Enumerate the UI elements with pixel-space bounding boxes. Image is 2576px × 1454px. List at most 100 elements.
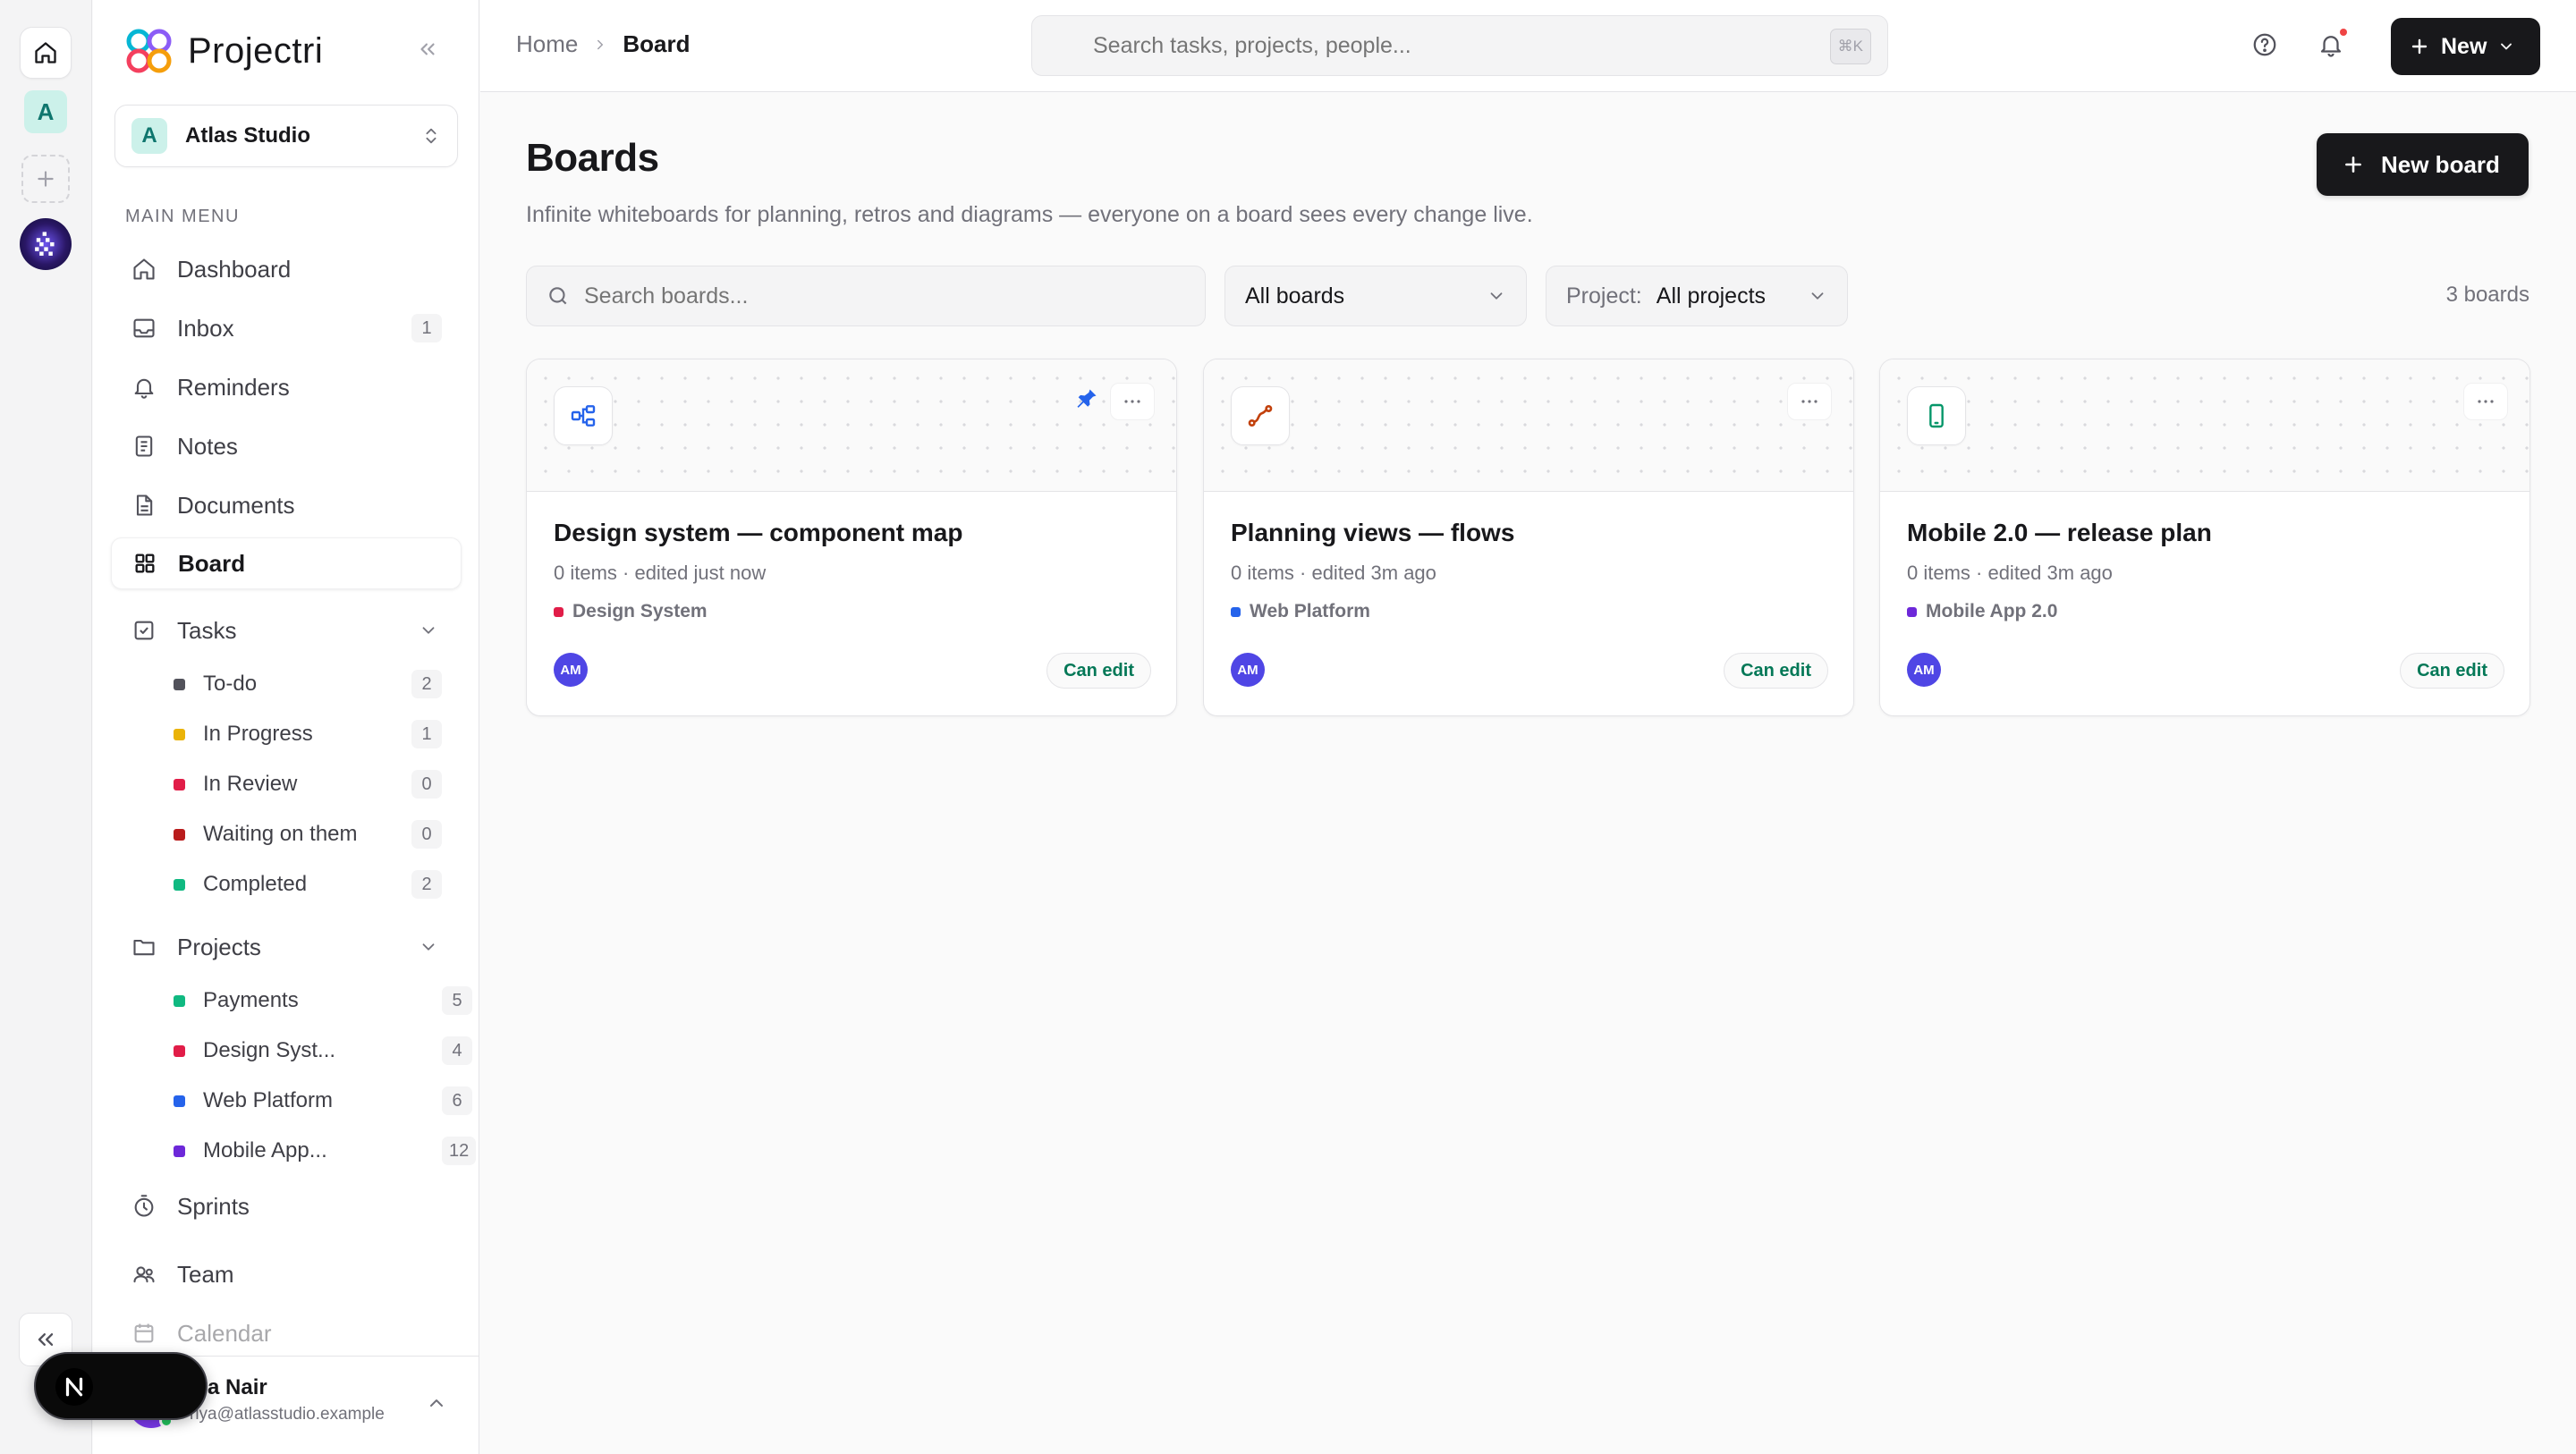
sidebar-item-dashboard[interactable]: Dashboard	[111, 243, 462, 295]
help-icon	[2253, 33, 2276, 56]
project-dot	[174, 1095, 185, 1107]
project-item-mobile-app[interactable]: Mobile App... 12	[174, 1129, 477, 1173]
project-filter-select[interactable]: Project: All projects	[1546, 266, 1848, 326]
sidebar-item-label: Projects	[177, 933, 261, 960]
chevron-down-icon	[1490, 292, 1503, 300]
boards-filter-value: All boards	[1245, 283, 1345, 309]
project-dot	[1231, 606, 1241, 617]
app-rail: A	[0, 0, 92, 1454]
board-meta: 0 items · edited just now	[554, 562, 767, 584]
grid-icon	[131, 550, 158, 577]
project-count: 6	[442, 1086, 472, 1115]
board-title[interactable]: Mobile 2.0 — release plan	[1907, 519, 2212, 547]
board-search-input[interactable]	[584, 266, 1192, 325]
task-status-label: To-do	[203, 672, 258, 696]
mobile-icon	[1907, 386, 1966, 445]
board-search[interactable]	[526, 266, 1206, 326]
project-count: 12	[442, 1137, 477, 1165]
board-project-tag: Mobile App 2.0	[1907, 601, 2057, 622]
project-item-payments[interactable]: Payments 5	[174, 978, 472, 1023]
project-label: Mobile App...	[203, 1138, 327, 1162]
new-button[interactable]: New	[2391, 18, 2540, 75]
project-dot	[554, 606, 564, 617]
board-more-button[interactable]	[1787, 383, 1832, 420]
breadcrumb-home[interactable]: Home	[516, 30, 578, 58]
plus-icon	[2411, 38, 2428, 55]
status-dot	[174, 828, 185, 841]
task-status-count: 0	[411, 770, 442, 799]
dev-tools-pill[interactable]	[34, 1352, 208, 1420]
task-status-waiting[interactable]: Waiting on them 0	[174, 812, 462, 857]
notifications-button[interactable]	[2313, 27, 2349, 63]
project-dot	[1907, 606, 1917, 617]
status-dot	[174, 778, 185, 790]
project-dot	[174, 1145, 185, 1157]
board-title[interactable]: Design system — component map	[554, 519, 962, 547]
sidebar-item-notes[interactable]: Notes	[111, 420, 462, 472]
sidebar-item-board[interactable]: Board	[111, 537, 462, 589]
projectri-logo-icon	[126, 29, 172, 73]
boards-filter-select[interactable]: All boards	[1224, 266, 1527, 326]
note-icon	[131, 433, 157, 460]
rail-add-workspace-button[interactable]	[21, 155, 70, 203]
new-board-button[interactable]: New board	[2317, 133, 2529, 196]
board-project-label: Mobile App 2.0	[1926, 601, 2058, 621]
sidebar-item-inbox[interactable]: Inbox 1	[111, 302, 462, 354]
app-logo[interactable]: Projectri	[123, 27, 323, 75]
pin-icon[interactable]	[1074, 386, 1099, 411]
sidebar-item-tasks[interactable]: Tasks	[111, 604, 462, 656]
permission-badge: Can edit	[1046, 653, 1151, 689]
sidebar-item-documents[interactable]: Documents	[111, 479, 462, 531]
page-subtitle: Infinite whiteboards for planning, retro…	[526, 202, 1533, 227]
board-title[interactable]: Planning views — flows	[1231, 519, 1514, 547]
plus-icon	[38, 171, 54, 187]
board-more-button[interactable]	[2463, 383, 2508, 420]
sidebar-item-label: Tasks	[177, 616, 237, 644]
timer-icon	[131, 1193, 157, 1220]
workspace-switcher[interactable]: A Atlas Studio	[114, 105, 458, 167]
bell-icon	[2320, 36, 2342, 57]
board-preview-canvas	[527, 359, 1176, 492]
sidebar-item-label: Team	[177, 1260, 234, 1288]
task-status-in-review[interactable]: In Review 0	[174, 762, 462, 807]
chevron-down-icon[interactable]	[419, 937, 438, 957]
new-button-label: New	[2441, 33, 2487, 59]
breadcrumb-current: Board	[623, 30, 691, 57]
task-status-completed[interactable]: Completed 2	[174, 862, 462, 907]
sidebar-item-reminders[interactable]: Reminders	[111, 361, 462, 413]
sidebar-item-label: Reminders	[177, 373, 290, 401]
topbar: Home Board ⌘K New	[480, 0, 2576, 92]
global-search[interactable]: ⌘K	[1031, 15, 1888, 76]
rail-org-avatar[interactable]	[20, 218, 72, 270]
avatar: AM	[1907, 653, 1941, 687]
more-horizontal-icon	[2478, 400, 2494, 403]
board-card[interactable]: Mobile 2.0 — release plan 0 items · edit…	[1879, 359, 2530, 716]
task-status-todo[interactable]: To-do 2	[174, 662, 462, 706]
board-project-tag: Web Platform	[1231, 601, 1370, 622]
sidebar-item-label: Sprints	[177, 1192, 250, 1220]
task-status-in-progress[interactable]: In Progress 1	[174, 712, 462, 757]
sidebar-item-label: Calendar	[177, 1319, 272, 1347]
chevron-down-icon	[2501, 43, 2512, 50]
project-dot	[174, 994, 185, 1007]
project-label: Web Platform	[203, 1088, 333, 1112]
boards-count: 3 boards	[2445, 283, 2529, 307]
project-item-web-platform[interactable]: Web Platform 6	[174, 1078, 472, 1123]
project-item-design-system[interactable]: Design Syst... 4	[174, 1028, 472, 1073]
chevron-down-icon[interactable]	[419, 621, 438, 640]
rail-workspace-button[interactable]: A	[24, 90, 67, 133]
board-card[interactable]: Planning views — flows 0 items · edited …	[1203, 359, 1854, 716]
help-button[interactable]	[2247, 27, 2283, 63]
sidebar-item-sprints[interactable]: Sprints	[111, 1180, 462, 1232]
board-more-button[interactable]	[1110, 383, 1155, 420]
board-project-tag: Design System	[554, 601, 708, 622]
chevron-up-icon[interactable]	[426, 1392, 447, 1414]
global-search-input[interactable]	[1093, 16, 1773, 75]
sidebar-item-label: Dashboard	[177, 255, 292, 283]
board-card[interactable]: Design system — component map 0 items · …	[526, 359, 1177, 716]
sidebar-collapse-button[interactable]	[416, 38, 439, 61]
rail-home-button[interactable]	[20, 27, 72, 79]
calendar-icon	[131, 1320, 157, 1347]
sidebar-item-team[interactable]: Team	[111, 1248, 462, 1300]
sidebar-item-projects[interactable]: Projects	[111, 921, 462, 973]
